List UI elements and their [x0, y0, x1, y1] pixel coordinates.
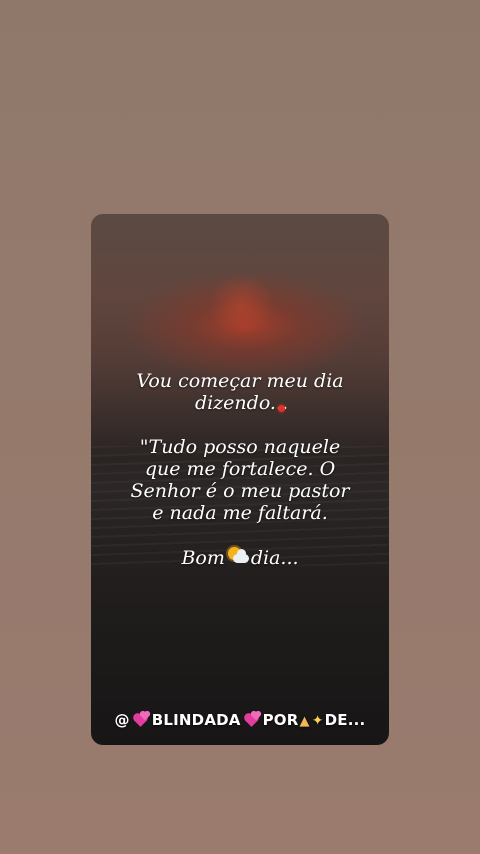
- message-line: e nada me faltará.: [152, 502, 328, 524]
- sparkles-icon: ✦: [311, 713, 324, 729]
- sun-behind-cloud-icon: [226, 546, 250, 566]
- handle-part-1: BLINDADA: [151, 711, 241, 729]
- greeting-before: Bom: [181, 547, 225, 569]
- greeting-after: dia...: [250, 547, 299, 569]
- message-line-text: dizendo...: [194, 392, 289, 414]
- two-hearts-icon: [242, 711, 262, 727]
- post-message: Vou começar meu dia dizendo... "Tudo pos…: [91, 370, 389, 569]
- handle-part-2: POR: [262, 711, 299, 729]
- post-card[interactable]: Vou começar meu dia dizendo... "Tudo pos…: [91, 214, 389, 745]
- author-handle[interactable]: @ BLINDADA POR▲ ✦DE...: [91, 711, 389, 729]
- message-line: "Tudo posso naquele: [139, 436, 341, 458]
- sunset-glow: [207, 276, 277, 336]
- handle-at: @: [114, 711, 130, 729]
- message-line: Senhor é o meu pastor: [130, 480, 350, 502]
- message-line: que me fortalece. O: [144, 458, 336, 480]
- red-heart-dot-icon: [278, 404, 286, 412]
- folded-hands-icon: ▲: [299, 714, 310, 729]
- handle-part-3: DE...: [324, 711, 366, 729]
- greeting-line: Bom dia...: [91, 546, 389, 569]
- message-line: Vou começar meu dia: [136, 370, 344, 392]
- two-hearts-icon: [131, 711, 151, 727]
- message-line: dizendo...: [91, 392, 389, 414]
